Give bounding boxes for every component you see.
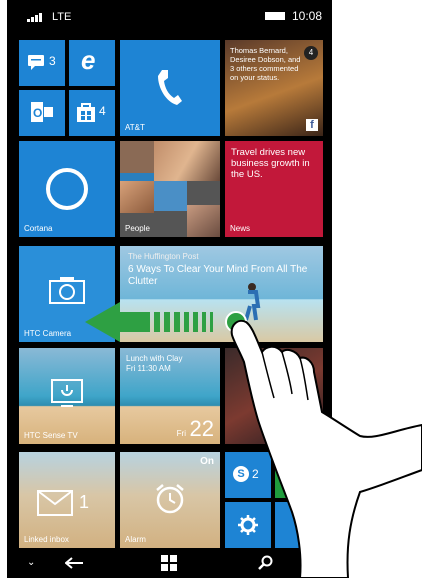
swipe-gesture-overlay <box>85 302 422 578</box>
pointing-hand <box>230 319 422 578</box>
swipe-left-arrow <box>85 302 247 342</box>
